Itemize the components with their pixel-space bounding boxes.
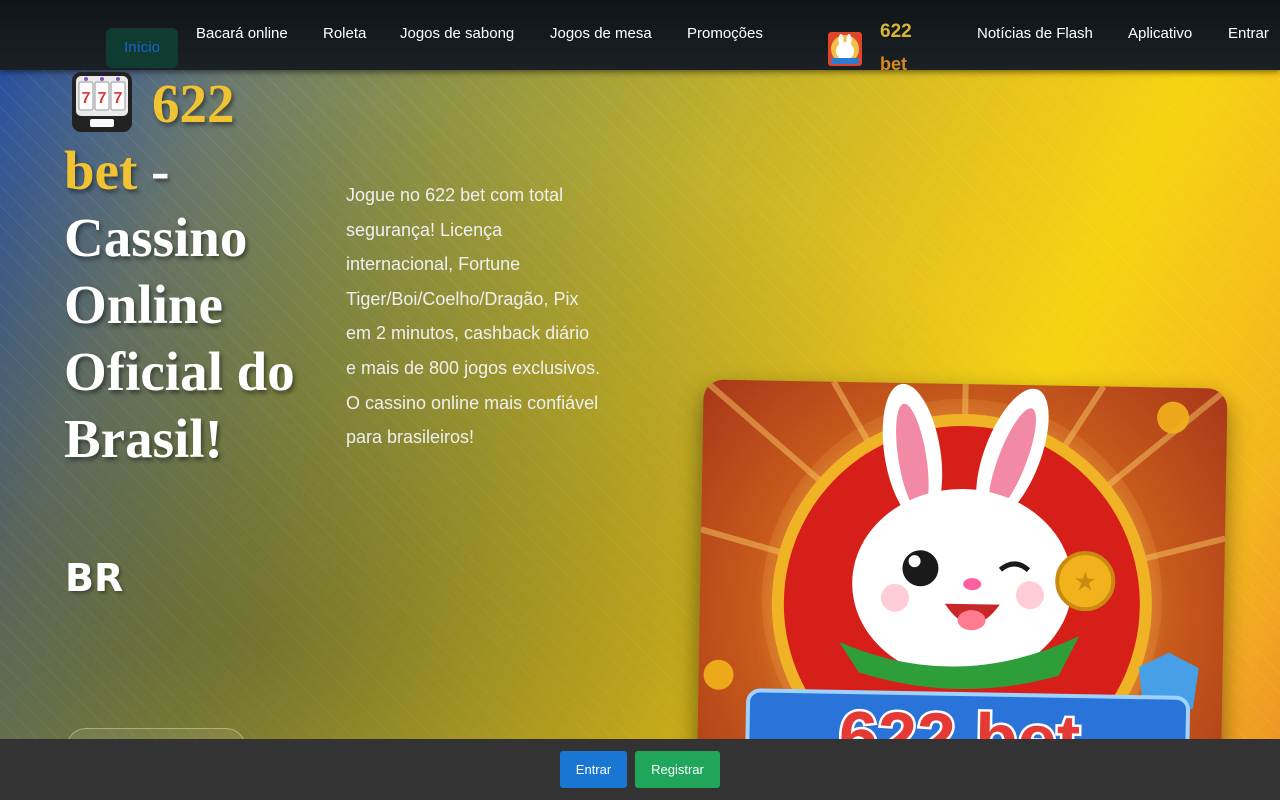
nav-item-roulette[interactable]: Roleta <box>323 14 366 54</box>
top-navigation: Início Bacará online Roleta Jogos de sab… <box>0 0 1280 74</box>
nav-item-baccarat[interactable]: Bacará online <box>196 14 288 54</box>
svg-text:★: ★ <box>1073 567 1097 597</box>
nav-item-promotions[interactable]: Promoções <box>687 14 763 54</box>
title-brand-number: 622 <box>152 73 235 134</box>
hero-description: Jogue no 622 bet com total segurança! Li… <box>346 185 601 448</box>
brand-logo[interactable] <box>828 32 862 66</box>
nav-item-app[interactable]: Aplicativo <box>1128 14 1192 54</box>
nav-item-login[interactable]: Entrar <box>1228 14 1269 54</box>
nav-item-home[interactable]: Início <box>106 28 178 68</box>
promo-image[interactable]: ★ 622 bet <box>696 379 1228 800</box>
title-brand-word: bet <box>64 140 138 201</box>
bunny-logo-icon <box>828 32 862 66</box>
register-button[interactable]: Registrar <box>635 751 720 788</box>
nav-item-sabong[interactable]: Jogos de sabong <box>400 14 514 54</box>
login-button[interactable]: Entrar <box>560 751 627 788</box>
nav-item-table-games[interactable]: Jogos de mesa <box>550 14 652 54</box>
bottom-action-bar: Entrar Registrar <box>0 739 1280 800</box>
nav-item-flash-news[interactable]: Notícias de Flash <box>977 14 1093 54</box>
brand-number: 622 <box>880 21 912 42</box>
bunny-mascot-icon: ★ 622 bet <box>700 379 1228 799</box>
brand-name[interactable]: 622 bet <box>880 20 920 76</box>
brand-word: bet <box>880 54 907 74</box>
page-title: 622 bet - Cassino Online Oficial do Bras… <box>64 70 304 472</box>
country-badge: BR <box>65 556 124 600</box>
